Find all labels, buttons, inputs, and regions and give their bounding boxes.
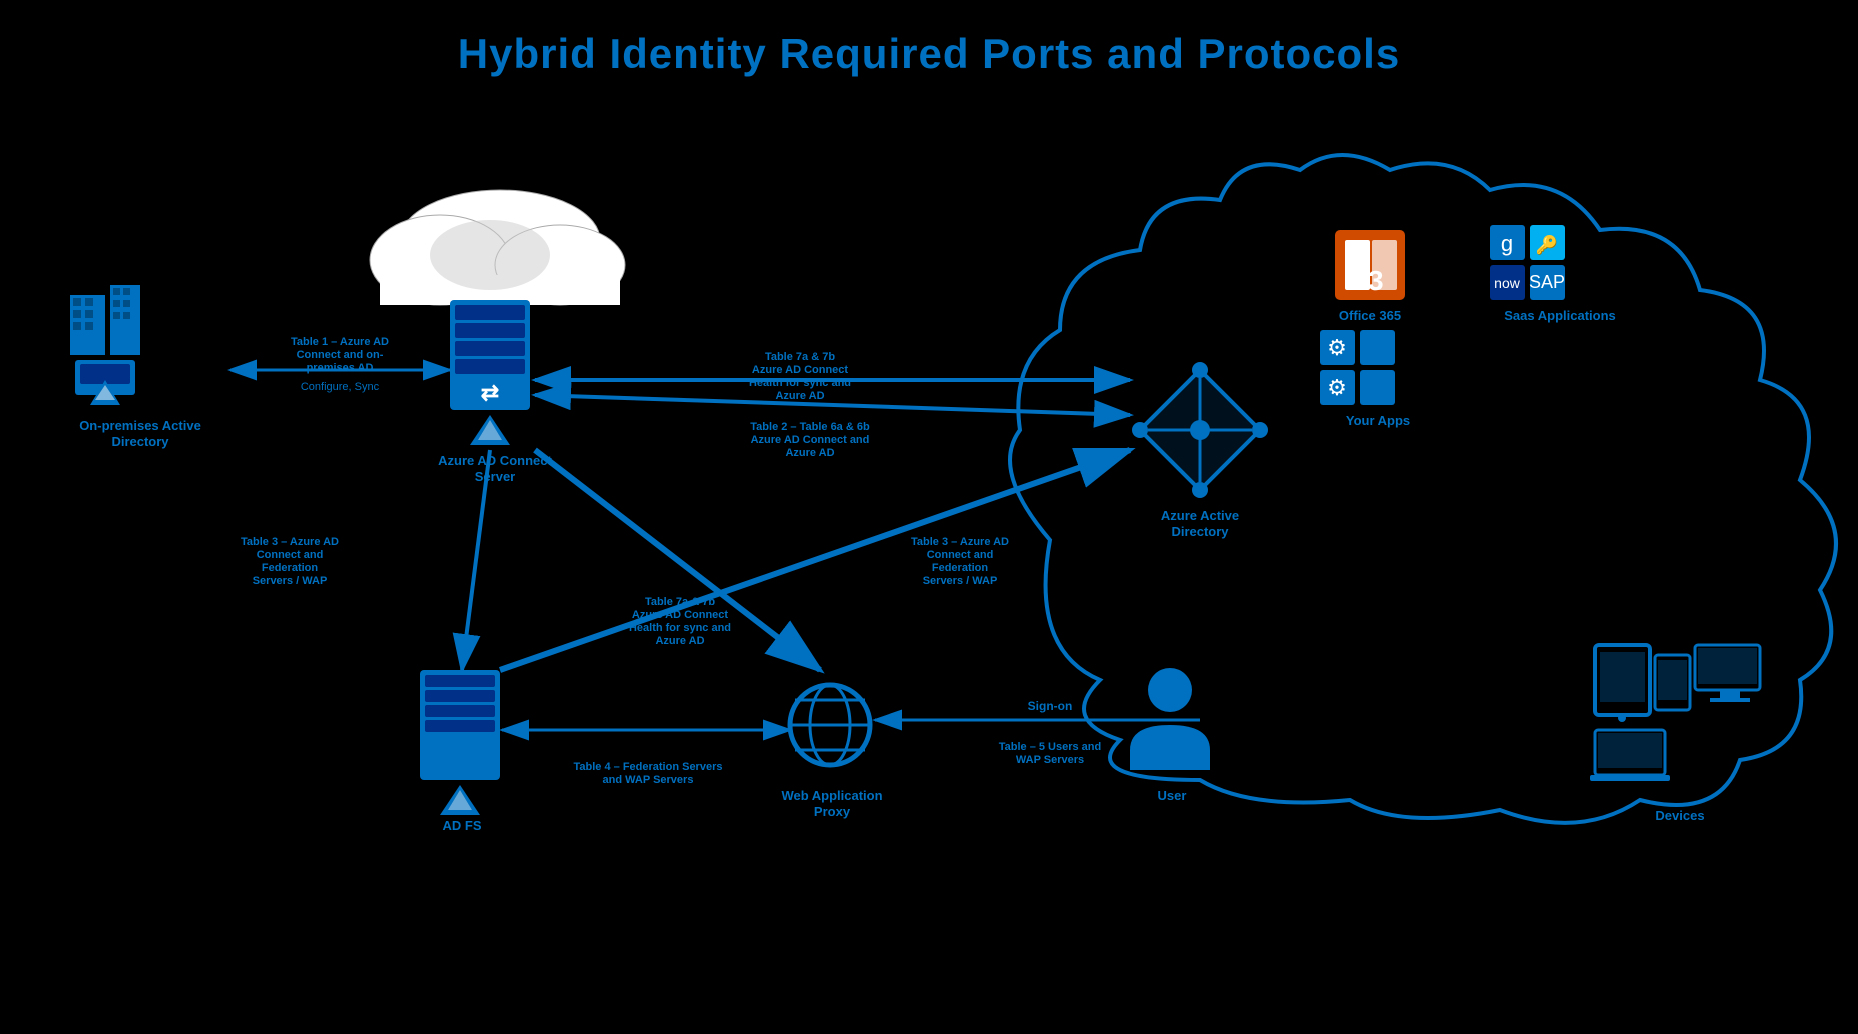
wap-label-2: Proxy: [814, 804, 851, 819]
table7a-top-4: Azure AD: [775, 390, 824, 402]
svg-text:Directory: Directory: [111, 434, 169, 449]
azure-connect-label-2: Server: [475, 469, 515, 484]
table7a-bot-1: Table 7a & 7b: [645, 596, 715, 608]
signon-label: Sign-on: [1028, 699, 1073, 713]
table1-label-2: Connect and on-: [297, 349, 384, 361]
saas-apps-icon: g 🔑 now SAP: [1490, 225, 1565, 300]
diagram-container: Hybrid Identity Required Ports and Proto…: [0, 0, 1858, 1034]
connect-to-wap-arrow: [535, 450, 820, 670]
adfs-icon: [420, 670, 500, 815]
table3-left-3: Federation: [262, 562, 319, 574]
devices-label: Devices: [1655, 808, 1704, 823]
table4-label-1: Table 4 – Federation Servers: [574, 761, 723, 773]
connect-to-azure-ad-arrow: [535, 395, 1130, 415]
table5-label-2: WAP Servers: [1016, 754, 1084, 766]
azure-ad-label-2: Directory: [1171, 524, 1229, 539]
svg-text:now: now: [1494, 275, 1521, 291]
table2-label-3: Azure AD: [785, 447, 834, 459]
devices-icon: [1590, 645, 1760, 781]
user-label: User: [1158, 788, 1187, 803]
onprem-ad-label: On-premises Active: [79, 418, 201, 433]
azure-ad-icon: [1132, 362, 1268, 498]
user-icon: [1130, 668, 1210, 770]
office365-label: Office 365: [1339, 308, 1401, 323]
table3-left-1: Table 3 – Azure AD: [241, 536, 339, 548]
table3-right-1: Table 3 – Azure AD: [911, 536, 1009, 548]
table7a-bot-2: Azure AD Connect: [632, 609, 728, 621]
table7a-top-2: Azure AD Connect: [752, 364, 848, 376]
table3-right-3: Federation: [932, 562, 989, 574]
table3-right-4: Servers / WAP: [923, 575, 998, 587]
table7a-bot-3: Health for sync and: [629, 622, 731, 634]
svg-text:⚙: ⚙: [1327, 335, 1347, 360]
table4-label-2: and WAP Servers: [603, 774, 694, 786]
your-apps-icon: ⚙ ⚙: [1320, 330, 1395, 405]
connect-to-adfs-arrow: [462, 450, 490, 670]
table5-label-1: Table – 5 Users and: [999, 741, 1102, 753]
table1-label-3: premises AD: [307, 362, 374, 374]
office365-icon: 3: [1335, 230, 1405, 300]
svg-text:⇄: ⇄: [481, 380, 499, 405]
configure-sync-label: Configure, Sync: [301, 381, 380, 393]
adfs-label: AD FS: [443, 818, 482, 833]
table7a-top-3: Health for sync and: [749, 377, 851, 389]
table3-left-2: Connect and: [257, 549, 324, 561]
svg-text:g: g: [1501, 231, 1513, 256]
table7a-bot-4: Azure AD: [655, 635, 704, 647]
azure-ad-label-1: Azure Active: [1161, 508, 1239, 523]
svg-text:SAP: SAP: [1529, 272, 1565, 292]
table3-right-2: Connect and: [927, 549, 994, 561]
table3-left-4: Servers / WAP: [253, 575, 328, 587]
svg-text:⚙: ⚙: [1327, 375, 1347, 400]
wap-label-1: Web Application: [781, 788, 882, 803]
svg-text:3: 3: [1368, 265, 1384, 296]
table7a-top-1: Table 7a & 7b: [765, 351, 835, 363]
table2-label-2: Azure AD Connect and: [751, 434, 870, 446]
your-apps-label: Your Apps: [1346, 413, 1410, 428]
page-title: Hybrid Identity Required Ports and Proto…: [0, 10, 1858, 78]
azure-connect-label-1: Azure AD Connect: [438, 453, 552, 468]
table1-label-1: Table 1 – Azure AD: [291, 336, 389, 348]
saas-apps-label: Saas Applications: [1504, 308, 1616, 323]
azure-cloud-shape: [1010, 155, 1836, 823]
onprem-cloud-icon: [370, 190, 625, 305]
table2-label-1: Table 2 – Table 6a & 6b: [750, 421, 870, 433]
azure-connect-server-icon: ⇄: [450, 300, 530, 445]
adfs-to-azure-ad-arrow: [500, 450, 1130, 670]
onprem-ad-icon: [70, 285, 140, 405]
wap-icon: [790, 685, 870, 765]
svg-text:🔑: 🔑: [1536, 234, 1558, 256]
